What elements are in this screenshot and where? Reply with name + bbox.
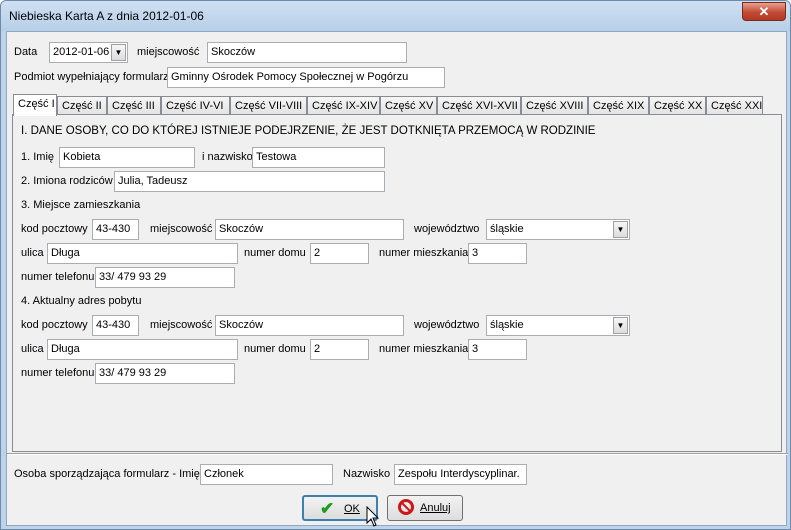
tab-part-9-14[interactable]: Część IX-XIV [307, 96, 380, 115]
mouse-pointer-icon [366, 506, 380, 527]
current-house-label: numer domu [244, 343, 306, 355]
current-postal-field[interactable]: 43-430 [92, 315, 139, 336]
date-picker[interactable]: 2012-01-06 ▼ [49, 42, 128, 63]
residence-flat-field[interactable]: 3 [468, 243, 527, 264]
chevron-down-icon[interactable]: ▼ [111, 44, 126, 61]
title-bar[interactable]: Niebieska Karta A z dnia 2012-01-06 ✕ [1, 1, 790, 31]
residence-city-label: miejscowość [150, 223, 213, 235]
date-label: Data [14, 46, 38, 58]
current-street-field[interactable]: Długa [47, 339, 238, 360]
residence-flat-label: numer mieszkania [379, 247, 469, 259]
ok-button-label: OK [344, 503, 360, 515]
tab-part-3[interactable]: Część III [107, 96, 161, 115]
residence-province-value: śląskie [490, 223, 524, 235]
author-name-label: Osoba sporządzająca formularz - Imię [14, 468, 200, 480]
current-phone-label: numer telefonu [21, 367, 95, 379]
residence-street-label: ulica [21, 247, 44, 259]
chevron-down-icon[interactable]: ▼ [613, 221, 628, 238]
cancel-button-label: Anuluj [420, 502, 451, 514]
current-city-label: miejscowość [150, 319, 213, 331]
current-phone-field[interactable]: 33/ 479 93 29 [95, 363, 235, 384]
parents-field[interactable]: Julia, Tadeusz [114, 171, 385, 192]
close-button[interactable]: ✕ [742, 2, 786, 21]
current-province-label: województwo [414, 319, 480, 331]
tab-part-19[interactable]: Część XIX [588, 96, 649, 115]
author-surname-label: Nazwisko [343, 468, 391, 480]
residence-province-label: województwo [414, 223, 480, 235]
tab-part-4-6[interactable]: Część IV-VI [161, 96, 230, 115]
tab-part-2[interactable]: Część II [57, 96, 107, 115]
entity-field[interactable]: Gminny Ośrodek Pomocy Społecznej w Pogór… [167, 67, 445, 88]
residence-city-field[interactable]: Skoczów [215, 219, 404, 240]
place-label: miejscowość [137, 46, 200, 58]
date-value: 2012-01-06 [53, 46, 110, 58]
current-province-value: śląskie [490, 319, 524, 331]
no-entry-icon [398, 499, 414, 515]
author-surname-field[interactable]: Zespołu Interdyscyplinar. [394, 464, 527, 485]
current-postal-label: kod pocztowy [21, 319, 88, 331]
surname-label: i nazwisko [202, 151, 253, 163]
current-heading: 4. Aktualny adres pobytu [21, 295, 142, 307]
current-street-label: ulica [21, 343, 44, 355]
surname-field[interactable]: Testowa [252, 147, 385, 168]
tab-part-20[interactable]: Część XX [649, 96, 706, 115]
tab-part-15[interactable]: Część XV [380, 96, 437, 115]
entity-label: Podmiot wypełniający formularz [14, 71, 169, 83]
residence-phone-label: numer telefonu [21, 271, 95, 283]
residence-house-field[interactable]: 2 [310, 243, 369, 264]
tab-part-18[interactable]: Część XVIII [521, 96, 588, 115]
residence-postal-label: kod pocztowy [21, 223, 88, 235]
current-house-field[interactable]: 2 [310, 339, 369, 360]
tab-part-1[interactable]: Część I [13, 94, 57, 116]
tab-panel: I. DANE OSOBY, CO DO KTÓREJ ISTNIEJE POD… [12, 114, 782, 452]
name-label: 1. Imię [21, 151, 55, 163]
current-city-field[interactable]: Skoczów [215, 315, 404, 336]
client-area: Data 2012-01-06 ▼ miejscowość Skoczów Po… [6, 31, 788, 526]
dialog-window: Niebieska Karta A z dnia 2012-01-06 ✕ Da… [0, 0, 791, 530]
tab-part-7-8[interactable]: Część VII-VIII [230, 96, 307, 115]
parents-label: 2. Imiona rodziców [21, 175, 113, 187]
check-icon: ✔ [320, 499, 335, 518]
residence-province-select[interactable]: śląskie ▼ [486, 219, 630, 240]
residence-house-label: numer domu [244, 247, 306, 259]
name-field[interactable]: Kobieta [59, 147, 195, 168]
tab-part-16-17[interactable]: Część XVI-XVII [437, 96, 521, 115]
tab-part-21[interactable]: Część XXI [706, 96, 763, 115]
current-flat-label: numer mieszkania [379, 343, 469, 355]
residence-phone-field[interactable]: 33/ 479 93 29 [95, 267, 235, 288]
residence-postal-field[interactable]: 43-430 [92, 219, 139, 240]
current-province-select[interactable]: śląskie ▼ [486, 315, 630, 336]
residence-street-field[interactable]: Długa [47, 243, 238, 264]
section-heading: I. DANE OSOBY, CO DO KTÓREJ ISTNIEJE POD… [21, 125, 596, 137]
divider [7, 453, 788, 455]
window-title: Niebieska Karta A z dnia 2012-01-06 [9, 9, 204, 23]
chevron-down-icon[interactable]: ▼ [613, 317, 628, 334]
cancel-button[interactable]: Anuluj [387, 495, 463, 521]
author-name-field[interactable]: Członek [200, 464, 333, 485]
current-flat-field[interactable]: 3 [468, 339, 527, 360]
place-field[interactable]: Skoczów [207, 42, 407, 63]
residence-heading: 3. Miejsce zamieszkania [21, 199, 141, 211]
